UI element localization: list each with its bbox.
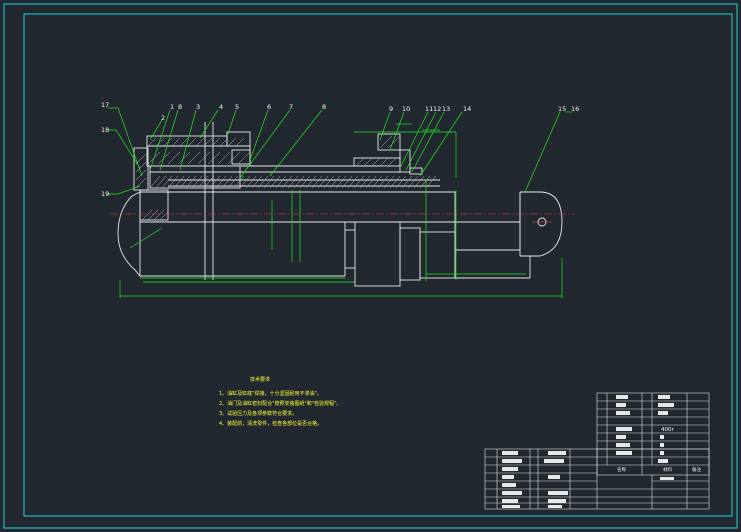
cad-drawing-canvas: 17 1 8 3 4 5 2 6 7 8 9 10 11 12 13 14 15… [3, 3, 738, 529]
header-name: 名称 [617, 466, 626, 473]
part-label-5: 5 [235, 103, 239, 111]
part-label-3: 3 [196, 103, 200, 111]
part-label-6: 6 [267, 103, 271, 111]
parts-list-table [596, 392, 710, 476]
part-label-2: 2 [161, 114, 165, 122]
header-material: 材料 [663, 466, 672, 473]
part-number-labels: 17 1 8 3 4 5 2 6 7 8 9 10 11 12 13 14 15… [101, 101, 579, 198]
part-label-14: 14 [463, 105, 471, 113]
tech-note-4: 4、装配前，清洗零件，检查各部位是否合格。 [219, 420, 322, 427]
tech-notes-title: 技术要求 [250, 376, 270, 383]
header-remark: 备注 [692, 466, 701, 473]
part-label-19: 19 [101, 190, 109, 198]
tech-note-3: 3、试验压力及各项参数符合要求。 [219, 410, 297, 417]
part-label-17: 17 [101, 101, 109, 109]
cylinder-assembly [117, 122, 563, 287]
title-block [484, 448, 710, 510]
part-label-4: 4 [219, 103, 223, 111]
leader-lines [106, 107, 572, 298]
scale-text: 400r [661, 427, 674, 433]
part-label-8a: 8 [178, 103, 182, 111]
part-label-16: 16 [571, 105, 579, 113]
part-label-1: 1 [170, 103, 174, 111]
part-label-13: 13 [442, 105, 450, 113]
part-label-10: 10 [402, 105, 410, 113]
tech-note-1: 1、油缸及缸底"焊接，十分坚固耐用不渗油"。 [219, 390, 322, 397]
tech-note-2: 2、油门及油缸密封配合"按照安装图纸"和"检验规程"。 [219, 400, 341, 407]
part-label-12: 12 [433, 105, 441, 113]
part-label-9: 9 [389, 105, 393, 113]
part-label-7: 7 [289, 103, 293, 111]
part-label-18: 18 [101, 126, 109, 134]
technical-requirements: 技术要求 1、油缸及缸底"焊接，十分坚固耐用不渗油"。 2、油门及油缸密封配合"… [219, 376, 341, 427]
part-label-15: 15 [558, 105, 566, 113]
section-hatching [135, 135, 437, 221]
part-label-8b: 8 [322, 103, 326, 111]
drawing-frame [3, 3, 738, 529]
title-block-cells [502, 451, 674, 508]
